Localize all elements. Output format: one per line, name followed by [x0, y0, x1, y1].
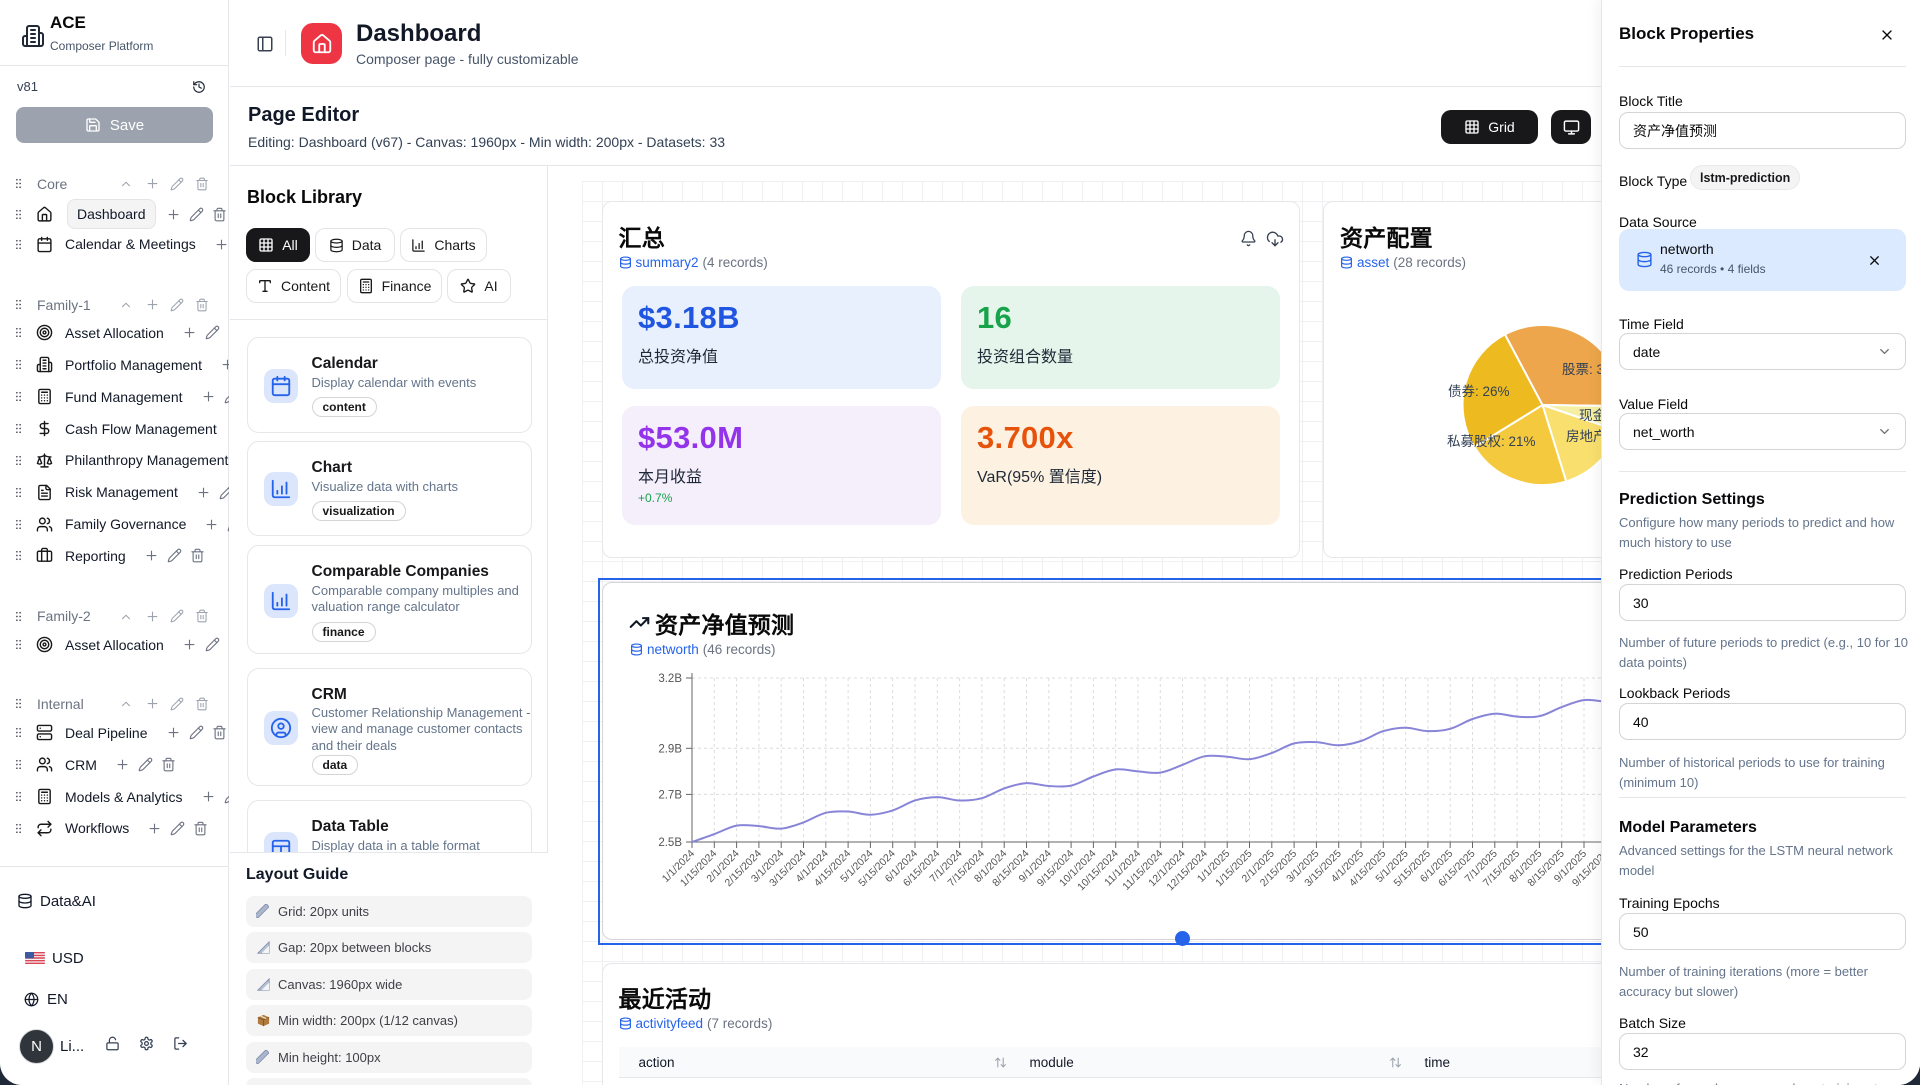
svg-text:2.5B: 2.5B [658, 837, 682, 849]
svg-text:3.2B: 3.2B [658, 673, 682, 685]
svg-text:2.7B: 2.7B [658, 789, 682, 801]
svg-text:2.9B: 2.9B [658, 743, 682, 755]
